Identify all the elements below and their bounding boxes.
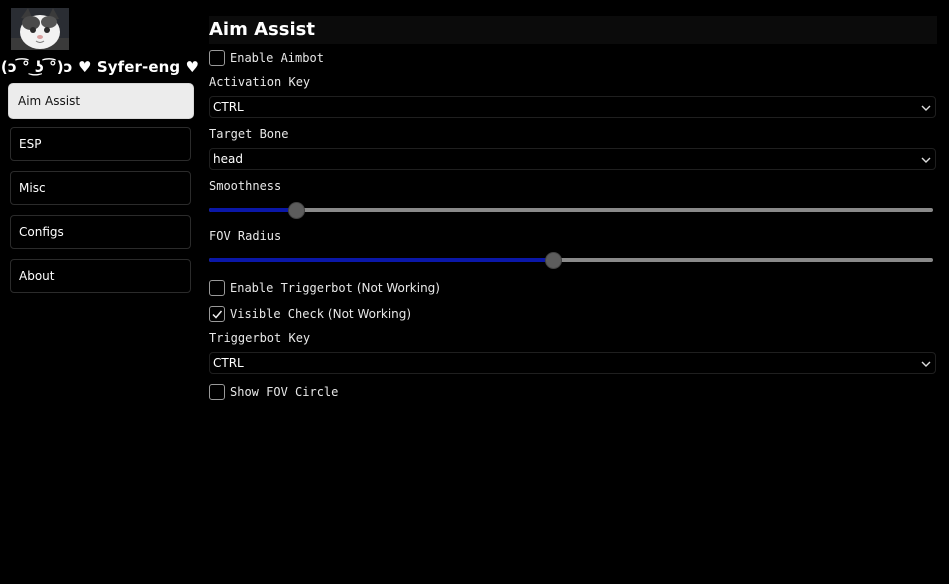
smoothness-slider[interactable]	[209, 202, 933, 219]
enable-triggerbot-row[interactable]: Enable Triggerbot (Not Working)	[209, 279, 440, 297]
sidebar-item-label: About	[19, 269, 55, 283]
enable-aimbot-label: Enable Aimbot	[230, 51, 324, 65]
sidebar-item-aim-assist[interactable]: Aim Assist	[8, 83, 194, 119]
page-title: Aim Assist	[209, 19, 315, 40]
show-fov-circle-row[interactable]: Show FOV Circle	[209, 383, 338, 401]
triggerbot-key-select[interactable]: CTRL	[209, 352, 936, 374]
chevron-down-icon	[920, 358, 932, 373]
sidebar-item-label: Configs	[19, 225, 64, 239]
chevron-down-icon	[920, 154, 932, 169]
enable-aimbot-row[interactable]: Enable Aimbot	[209, 49, 324, 67]
title-bar	[209, 16, 937, 44]
sidebar-item-about[interactable]: About	[10, 259, 191, 293]
app-window: (ↄ ͡° ͜ʖ ͡°)ↄ ♥ Syfer-eng ♥ Aim Assist E…	[0, 0, 949, 584]
target-bone-select[interactable]: head	[209, 148, 936, 170]
fov-radius-slider[interactable]	[209, 252, 933, 269]
visible-check-note: (Not Working)	[327, 307, 412, 321]
slider-thumb[interactable]	[288, 202, 305, 219]
visible-check-label: Visible Check	[230, 307, 324, 321]
enable-triggerbot-label: Enable Triggerbot	[230, 281, 353, 295]
brand-title: (ↄ ͡° ͜ʖ ͡°)ↄ ♥ Syfer-eng ♥	[0, 58, 200, 76]
sidebar-item-label: ESP	[19, 137, 42, 151]
triggerbot-key-value: CTRL	[213, 356, 244, 370]
slider-fill	[209, 258, 553, 262]
activation-key-value: CTRL	[213, 100, 244, 114]
sidebar-item-label: Aim Assist	[18, 94, 81, 108]
target-bone-value: head	[213, 152, 243, 166]
enable-aimbot-checkbox[interactable]	[209, 50, 225, 66]
slider-track	[209, 208, 933, 212]
show-fov-circle-label: Show FOV Circle	[230, 385, 339, 399]
visible-check-row[interactable]: Visible Check (Not Working)	[209, 305, 411, 323]
smoothness-label: Smoothness	[209, 179, 282, 193]
sidebar-item-label: Misc	[19, 181, 46, 195]
sidebar: (ↄ ͡° ͜ʖ ͡°)ↄ ♥ Syfer-eng ♥ Aim Assist E…	[0, 0, 200, 584]
triggerbot-key-label: Triggerbot Key	[209, 331, 311, 345]
visible-check-checkbox[interactable]	[209, 306, 225, 322]
sidebar-item-esp[interactable]: ESP	[10, 127, 191, 161]
avatar	[11, 8, 69, 50]
show-fov-circle-checkbox[interactable]	[209, 384, 225, 400]
enable-triggerbot-checkbox[interactable]	[209, 280, 225, 296]
sidebar-item-misc[interactable]: Misc	[10, 171, 191, 205]
chevron-down-icon	[920, 102, 932, 117]
sidebar-item-configs[interactable]: Configs	[10, 215, 191, 249]
activation-key-select[interactable]: CTRL	[209, 96, 936, 118]
slider-fill	[209, 208, 296, 212]
slider-thumb[interactable]	[545, 252, 562, 269]
fov-radius-label: FOV Radius	[209, 229, 282, 243]
enable-triggerbot-note: (Not Working)	[356, 281, 440, 295]
activation-key-label: Activation Key	[209, 75, 311, 89]
target-bone-label: Target Bone	[209, 127, 289, 141]
checkmark-icon	[211, 308, 223, 320]
